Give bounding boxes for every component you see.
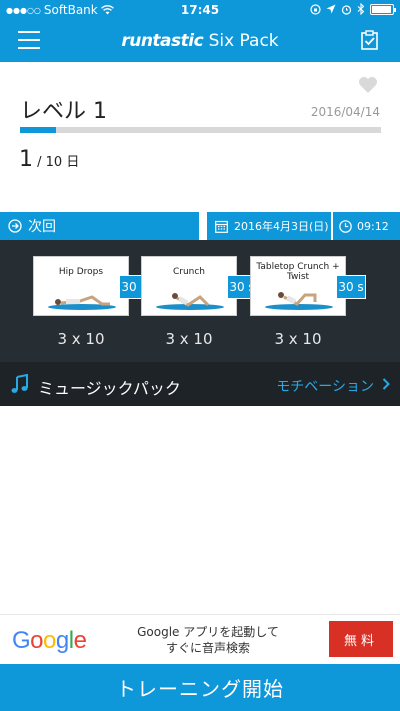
app-header: runtastic Six Pack	[0, 20, 400, 62]
music-pack-value: モチベーション	[276, 379, 374, 395]
exercise-item-tabletop-crunch-twist[interactable]: Tabletop Crunch + Twist 30 s 3 x 10	[250, 256, 370, 348]
next-session-bar: 次回 2016年4月3日(日) 09:12	[0, 212, 400, 240]
exercise-reps: 3 x 10	[165, 330, 213, 348]
level-date: 2016/04/14	[310, 105, 380, 119]
exercise-reps: 3 x 10	[274, 330, 322, 348]
location-icon	[326, 4, 336, 14]
ad-banner[interactable]: Google Google アプリを起動して すぐに音声検索 無料	[0, 614, 400, 664]
level-progress-fill	[20, 127, 57, 133]
battery-icon	[370, 3, 396, 15]
google-logo-letter: g	[55, 627, 69, 654]
google-logo-letter: G	[12, 627, 31, 654]
exercise-name: Crunch	[172, 267, 206, 277]
exercise-card[interactable]: Tabletop Crunch + Twist	[250, 256, 346, 316]
next-date-button[interactable]: 2016年4月3日(日)	[207, 212, 331, 240]
chevron-right-icon	[382, 378, 390, 390]
start-training-button[interactable]: トレーニング開始	[0, 664, 400, 711]
exercise-list: Hip Drops 30 s 3 x 10 Crunch 30 s 3 x 10	[0, 240, 400, 362]
exercise-illustration	[48, 295, 116, 310]
level-title: レベル 1	[20, 99, 107, 124]
music-pack-row[interactable]: ミュージックパック モチベーション	[0, 362, 400, 406]
next-time: 09:12	[357, 219, 389, 233]
level-card: レベル 1 2016/04/14 1 / 10 日	[0, 62, 400, 212]
app-title: runtastic Six Pack	[0, 31, 400, 51]
ad-line-2: すぐに音声検索	[165, 641, 250, 655]
exercise-name: Hip Drops	[58, 267, 104, 277]
exercise-illustration	[265, 292, 333, 310]
ad-line-1: Google アプリを起動して	[137, 625, 279, 639]
exercise-duration: 30 s	[336, 275, 366, 299]
google-logo-letter: e	[73, 627, 87, 654]
arrow-circle-icon	[8, 219, 22, 233]
next-date: 2016年4月3日(日)	[234, 220, 329, 233]
ad-free-button[interactable]: 無料	[329, 621, 393, 657]
exercise-card[interactable]: Hip Drops	[33, 256, 129, 316]
ad-text: Google アプリを起動して すぐに音声検索	[118, 624, 298, 656]
google-logo-letter: o	[43, 627, 56, 654]
checklist-icon[interactable]	[360, 30, 380, 50]
screen-rotation-lock-icon	[310, 3, 321, 15]
music-pack-label: ミュージックパック	[38, 379, 181, 398]
day-counter: 1 / 10 日	[19, 147, 79, 172]
exercise-item-hip-drops[interactable]: Hip Drops 30 s 3 x 10	[33, 256, 153, 348]
google-logo-letter: o	[30, 627, 44, 654]
next-label-text: 次回	[28, 219, 56, 235]
exercise-card[interactable]: Crunch	[141, 256, 237, 316]
bluetooth-icon	[357, 3, 365, 15]
exercise-item-crunch[interactable]: Crunch 30 s 3 x 10	[141, 256, 261, 348]
heart-icon[interactable]	[358, 76, 378, 94]
total-days: / 10 日	[33, 155, 80, 170]
status-bar: ●●●○○ SoftBank 17:45	[0, 0, 400, 20]
level-progress-bar	[20, 127, 381, 133]
google-logo: Google	[12, 627, 87, 655]
music-note-icon	[11, 374, 28, 393]
exercise-illustration	[156, 293, 224, 310]
exercise-name: Tabletop Crunch + Twist	[256, 262, 340, 282]
clock-icon	[339, 219, 352, 233]
alarm-icon	[341, 4, 352, 15]
exercise-reps: 3 x 10	[57, 330, 105, 348]
app-name: Six Pack	[208, 31, 279, 51]
brand-logo: runtastic	[121, 31, 204, 51]
status-icons	[310, 3, 396, 15]
current-day: 1	[19, 147, 33, 172]
next-time-button[interactable]: 09:12	[333, 212, 400, 240]
next-session-label[interactable]: 次回	[0, 212, 199, 240]
calendar-icon	[215, 220, 228, 233]
